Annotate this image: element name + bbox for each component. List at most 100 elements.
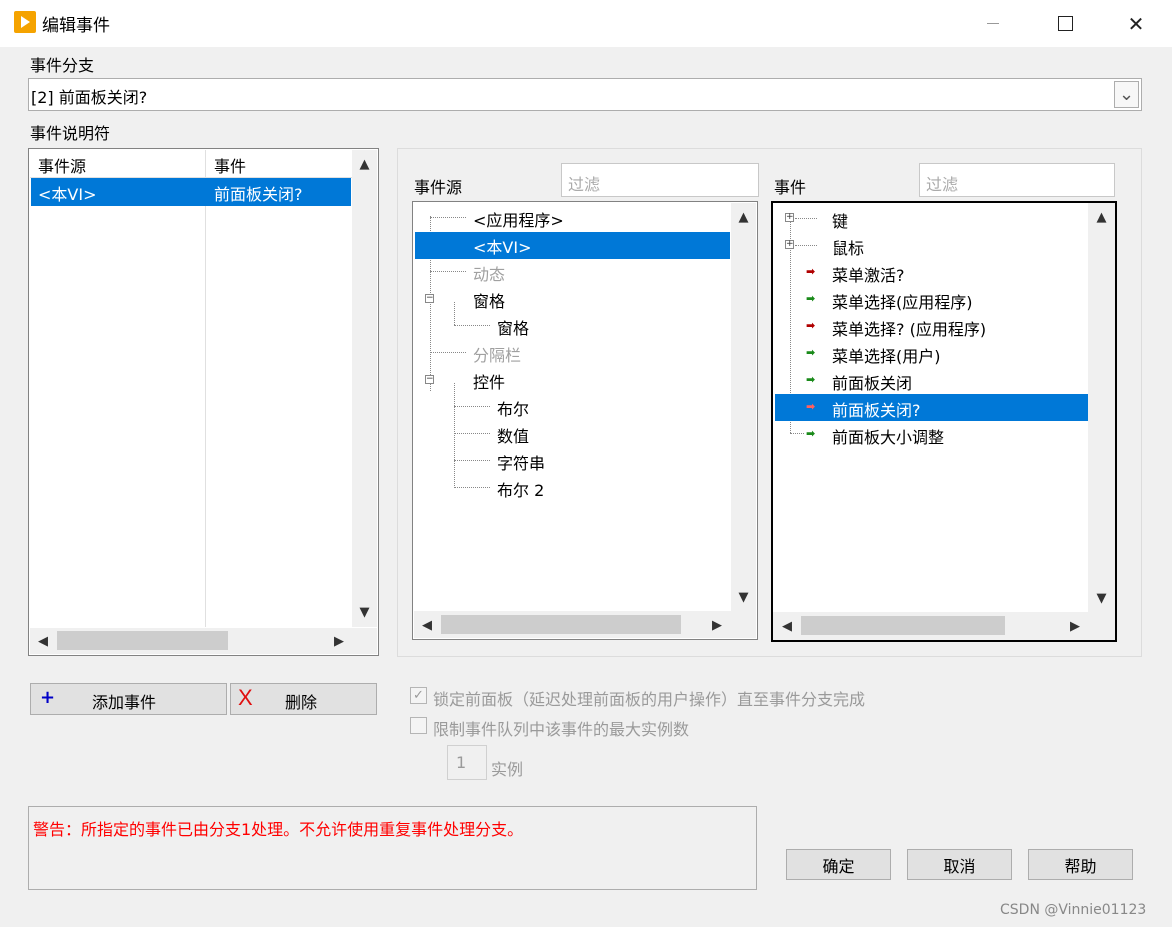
instances-label: 实例 <box>491 760 524 779</box>
scroll-thumb[interactable] <box>57 631 228 650</box>
filter-event-arrow-icon: ➡ <box>806 265 816 278</box>
lock-panel-checkbox[interactable]: ✓ <box>410 687 427 704</box>
tree-connector <box>430 352 466 353</box>
lock-panel-label: 锁定前面板（延迟处理前面板的用户操作）直至事件分支完成 <box>433 690 866 709</box>
scroll-thumb[interactable] <box>801 616 1005 635</box>
vertical-scrollbar[interactable]: ▲ ▼ <box>352 150 377 627</box>
tree-item-menu-selection-app[interactable]: 菜单选择(应用程序) <box>832 289 973 313</box>
event-filter-input[interactable]: 过滤 <box>919 163 1115 197</box>
close-button[interactable]: ✕ <box>1101 0 1171 47</box>
add-event-label: 添加事件 <box>92 693 157 712</box>
minimize-icon <box>987 23 999 24</box>
scroll-down-icon[interactable]: ▼ <box>1088 588 1115 608</box>
table-cell-event: 前面板关闭? <box>214 185 303 204</box>
delete-button[interactable]: X 删除 <box>230 683 377 715</box>
tree-connector <box>454 460 490 461</box>
tree-connector <box>454 487 490 488</box>
scroll-up-icon[interactable]: ▲ <box>731 207 756 227</box>
delete-x-icon: X <box>238 685 253 710</box>
collapse-icon[interactable]: − <box>425 375 434 384</box>
scroll-down-icon[interactable]: ▼ <box>352 602 377 622</box>
tree-item-panel-close[interactable]: 前面板关闭 <box>832 370 912 394</box>
table-cell-source: <本VI> <box>38 185 97 204</box>
tree-item-key[interactable]: 键 <box>832 208 848 232</box>
horizontal-scrollbar[interactable]: ◀ ▶ <box>414 611 756 638</box>
expand-icon[interactable]: + <box>785 240 794 249</box>
limit-instances-checkbox[interactable] <box>410 717 427 734</box>
event-source-tree[interactable]: <应用程序> <本VI> 动态 − 窗格 窗格 分隔栏 − 控件 布尔 数值 字… <box>412 201 758 640</box>
event-branch-label: 事件分支 <box>30 56 95 75</box>
tree-item-this-vi[interactable]: <本VI> <box>473 234 531 258</box>
tree-connector <box>454 383 455 488</box>
tree-item-menu-activation[interactable]: 菜单激活? <box>832 262 905 286</box>
tree-item-menu-selection-app-filter[interactable]: 菜单选择? (应用程序) <box>832 316 986 340</box>
event-branch-dropdown[interactable]: [2] 前面板关闭? ⌄ <box>28 78 1142 111</box>
column-divider <box>205 150 206 627</box>
scroll-left-icon[interactable]: ◀ <box>416 615 438 635</box>
tree-item-application[interactable]: <应用程序> <box>473 207 564 231</box>
notify-event-arrow-icon: ➡ <box>806 427 816 440</box>
minimize-button[interactable] <box>958 0 1028 47</box>
add-event-button[interactable]: + 添加事件 <box>30 683 227 715</box>
tree-connector <box>454 406 490 407</box>
plus-icon: + <box>40 687 56 708</box>
limit-instances-label: 限制事件队列中该事件的最大实例数 <box>433 720 690 739</box>
scroll-up-icon[interactable]: ▲ <box>1088 207 1115 227</box>
instances-input[interactable]: 1 <box>447 745 487 780</box>
event-source-label: 事件源 <box>414 178 463 197</box>
notify-event-arrow-icon: ➡ <box>806 346 816 359</box>
scroll-left-icon[interactable]: ◀ <box>776 616 798 636</box>
tree-item-dynamic[interactable]: 动态 <box>473 261 505 285</box>
horizontal-scrollbar[interactable]: ◀ ▶ <box>30 628 377 654</box>
tree-item-string[interactable]: 字符串 <box>497 450 545 474</box>
tree-item-panel-resize[interactable]: 前面板大小调整 <box>832 424 944 448</box>
maximize-icon <box>1057 16 1073 31</box>
ok-button[interactable]: 确定 <box>786 849 891 880</box>
event-specifier-label: 事件说明符 <box>30 124 111 143</box>
vertical-scrollbar[interactable]: ▲ ▼ <box>1088 203 1115 612</box>
tree-item-numeric[interactable]: 数值 <box>497 423 529 447</box>
tree-item-pane-group[interactable]: 窗格 <box>473 288 505 312</box>
watermark-text: CSDN @Vinnie01123 <box>1000 902 1147 918</box>
column-header-source[interactable]: 事件源 <box>38 153 86 177</box>
event-specifier-table[interactable]: 事件源 事件 <本VI> 前面板关闭? ▲ ▼ ◀ ▶ <box>28 148 379 656</box>
scroll-right-icon[interactable]: ▶ <box>328 631 350 651</box>
tree-item-pane[interactable]: 窗格 <box>497 315 529 339</box>
scroll-left-icon[interactable]: ◀ <box>32 631 54 651</box>
labview-app-icon <box>14 11 36 33</box>
tree-item-boolean[interactable]: 布尔 <box>497 396 529 420</box>
event-branch-value: [2] 前面板关闭? <box>31 88 148 107</box>
scroll-right-icon[interactable]: ▶ <box>1064 616 1086 636</box>
cancel-button[interactable]: 取消 <box>907 849 1012 880</box>
close-icon: ✕ <box>1127 11 1145 36</box>
expand-icon[interactable]: + <box>785 213 794 222</box>
tree-connector <box>790 433 804 434</box>
tree-connector <box>454 325 490 326</box>
tree-selection-highlight <box>415 232 730 259</box>
tree-connector <box>430 217 466 218</box>
scroll-down-icon[interactable]: ▼ <box>731 587 756 607</box>
scroll-thumb[interactable] <box>441 615 681 634</box>
help-button[interactable]: 帮助 <box>1028 849 1133 880</box>
tree-item-splitter[interactable]: 分隔栏 <box>473 342 521 366</box>
filter-event-arrow-icon: ➡ <box>806 400 816 413</box>
maximize-button[interactable] <box>1030 0 1100 47</box>
tree-connector <box>795 218 817 219</box>
tree-item-boolean-2[interactable]: 布尔 2 <box>497 477 544 501</box>
tree-item-panel-close-filter[interactable]: 前面板关闭? <box>832 397 921 421</box>
window-title: 编辑事件 <box>42 16 110 36</box>
tree-item-menu-selection-user[interactable]: 菜单选择(用户) <box>832 343 941 367</box>
tree-item-controls[interactable]: 控件 <box>473 369 505 393</box>
tree-selection-highlight <box>775 394 1088 421</box>
collapse-icon[interactable]: − <box>425 294 434 303</box>
vertical-scrollbar[interactable]: ▲ ▼ <box>731 203 756 611</box>
column-header-event[interactable]: 事件 <box>214 153 246 177</box>
horizontal-scrollbar[interactable]: ◀ ▶ <box>773 612 1115 640</box>
scroll-right-icon[interactable]: ▶ <box>706 615 728 635</box>
scroll-up-icon[interactable]: ▲ <box>352 154 377 174</box>
source-filter-input[interactable]: 过滤 <box>561 163 759 197</box>
dropdown-arrow-icon[interactable]: ⌄ <box>1114 81 1139 108</box>
event-tree[interactable]: + 键 + 鼠标 ➡ 菜单激活? ➡ 菜单选择(应用程序) ➡ 菜单选择? (应… <box>771 201 1117 642</box>
notify-event-arrow-icon: ➡ <box>806 373 816 386</box>
tree-item-mouse[interactable]: 鼠标 <box>832 235 864 259</box>
